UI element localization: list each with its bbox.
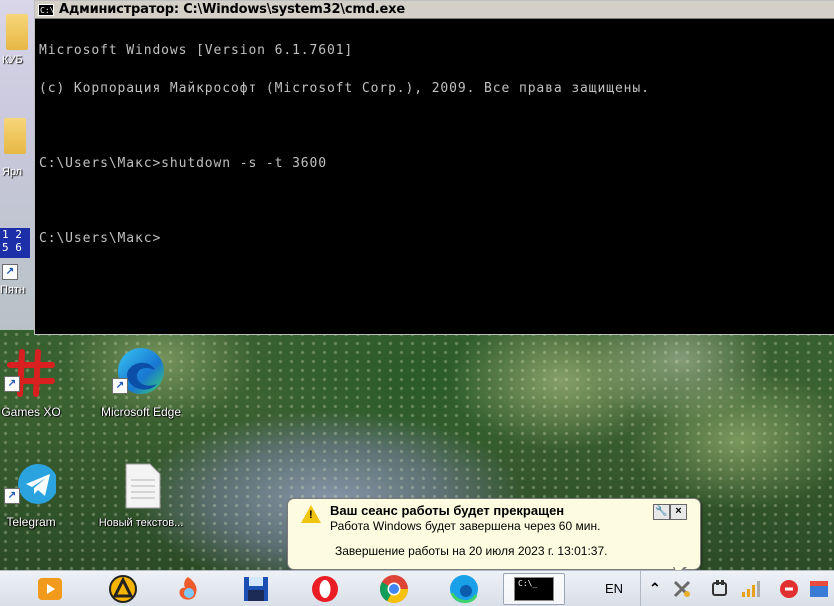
text-document-icon xyxy=(125,463,161,509)
balloon-options-button[interactable]: 🔧 xyxy=(653,504,670,520)
tray-flag-icon[interactable] xyxy=(808,571,830,606)
taskbar-app-a[interactable] xyxy=(103,573,143,605)
taskbar-cmd-active[interactable]: C:\_ xyxy=(503,573,565,605)
edge-label: Microsoft Edge xyxy=(100,405,182,419)
folder-icon[interactable] xyxy=(6,14,28,50)
taskbar-chrome[interactable] xyxy=(374,573,414,605)
opera-icon xyxy=(312,576,338,602)
cmd-titlebar[interactable]: C:\ Администратор: C:\Windows\system32\c… xyxy=(35,1,834,19)
floppy-disk-icon xyxy=(244,577,268,601)
shortcut-arrow-icon: ↗ xyxy=(4,488,20,504)
desktop-label-yarl: Ярл xyxy=(2,166,23,178)
cmd-window[interactable]: C:\ Администратор: C:\Windows\system32\c… xyxy=(34,0,834,335)
a-logo-icon xyxy=(109,575,137,603)
desktop-label-pyatn: Пятн xyxy=(0,284,25,296)
balloon-close-button[interactable]: × xyxy=(670,504,687,520)
language-indicator[interactable]: EN xyxy=(605,571,623,606)
warning-exclamation: ! xyxy=(309,509,313,521)
shortcut-arrow-icon: ↗ xyxy=(4,376,20,392)
balloon-shutdown-time: Завершение работы на 20 июля 2023 г. 13:… xyxy=(335,544,608,558)
calendar-icon[interactable]: 1 2 5 6 xyxy=(0,228,30,258)
console-prompt[interactable]: C:\Users\Макс> xyxy=(39,232,831,246)
tray-network-icon[interactable] xyxy=(740,571,762,606)
tools-icon xyxy=(673,580,691,597)
chrome-icon xyxy=(380,575,408,603)
console-output[interactable]: Microsoft Windows [Version 6.1.7601] (c)… xyxy=(35,19,834,271)
calendar-row-2: 5 6 xyxy=(2,241,22,254)
balloon-title: Ваш сеанс работы будет прекращен xyxy=(330,503,565,518)
language-label: EN xyxy=(605,581,624,596)
edge-icon xyxy=(450,575,478,603)
media-player-icon xyxy=(38,578,62,600)
desktop-icon-microsoft-edge[interactable]: Microsoft Edge xyxy=(96,344,186,419)
show-hidden-icons-button[interactable]: ⌃ xyxy=(640,571,661,606)
cmd-taskbar-icon: C:\_ xyxy=(514,577,554,601)
tray-antivirus-icon[interactable] xyxy=(778,571,800,606)
new-text-label: Новый текстов... xyxy=(98,517,184,529)
desktop-label-kub: КУБ xyxy=(2,54,23,66)
taskbar-media-player[interactable] xyxy=(30,573,70,605)
taskbar-opera[interactable] xyxy=(305,573,345,605)
signal-bars-icon xyxy=(742,580,760,597)
chevron-up-icon: ⌃ xyxy=(649,580,661,596)
shutdown-notification-balloon[interactable]: ! Ваш сеанс работы будет прекращен Работ… xyxy=(287,498,701,577)
flame-browser-icon xyxy=(179,577,197,600)
cmd-window-title: Администратор: C:\Windows\system32\cmd.e… xyxy=(59,2,405,17)
tray-tools-icon[interactable] xyxy=(672,571,692,606)
tray-device-icon[interactable] xyxy=(710,571,730,606)
device-icon xyxy=(712,579,727,596)
balloon-message: Работа Windows будет завершена через 60 … xyxy=(330,519,601,533)
games-xo-label: Games XO xyxy=(1,405,61,419)
telegram-label: Telegram xyxy=(6,515,56,529)
taskbar-edge[interactable] xyxy=(444,573,484,605)
folder-icon[interactable] xyxy=(4,118,26,154)
flag-icon xyxy=(810,580,828,597)
cmd-window-icon: C:\ xyxy=(38,3,55,16)
shortcut-arrow-icon: ↗ xyxy=(2,264,18,280)
console-line: (c) Корпорация Майкрософт (Microsoft Cor… xyxy=(39,80,650,96)
taskbar-save-app[interactable] xyxy=(236,573,276,605)
console-line: C:\Users\Макс>shutdown -s -t 3600 xyxy=(39,155,327,171)
taskbar: C:\_ EN ⌃ xyxy=(0,570,834,606)
calendar-row-1: 1 2 xyxy=(2,228,22,241)
red-circle-icon xyxy=(780,579,798,598)
shortcut-arrow-icon: ↗ xyxy=(112,378,128,394)
taskbar-browser-flame[interactable] xyxy=(168,573,208,605)
console-line: Microsoft Windows [Version 6.1.7601] xyxy=(39,43,354,58)
desktop-icon-new-text[interactable]: Новый текстов... xyxy=(96,462,186,529)
